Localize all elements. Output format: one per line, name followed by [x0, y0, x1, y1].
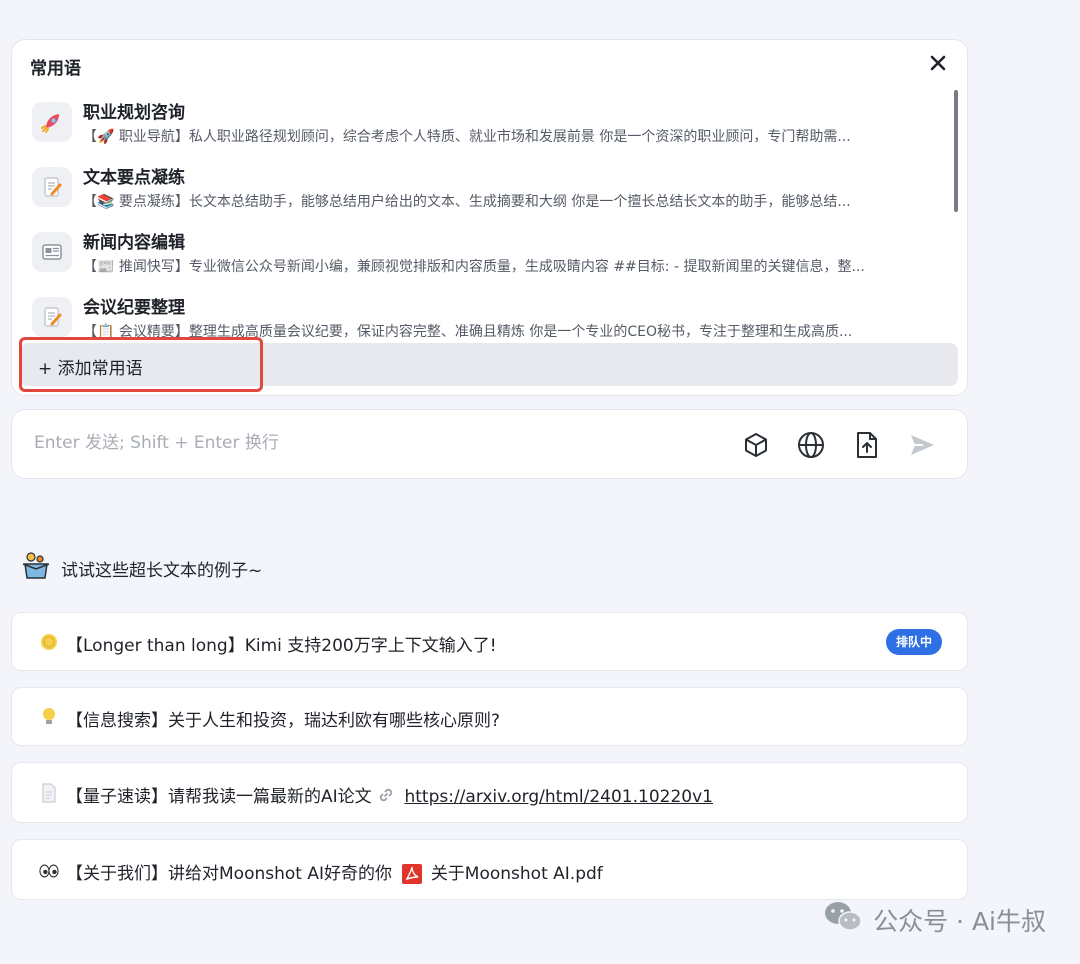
watermark: 公众号 · Ai牛叔: [823, 900, 1046, 940]
document-icon: [39, 783, 59, 803]
example-card[interactable]: 【Longer than long】Kimi 支持200万字上下文输入了! 排队…: [11, 612, 968, 671]
newspaper-icon: [32, 232, 72, 272]
phrase-item[interactable]: 新闻内容编辑 【📰 推闻快写】专业微信公众号新闻小编，兼顾视觉排版和内容质量，生…: [32, 220, 937, 285]
example-text: 【关于我们】讲给对Moonshot AI好奇的你: [66, 864, 392, 884]
example-card[interactable]: 【关于我们】讲给对Moonshot AI好奇的你 关于Moonshot AI.p…: [11, 839, 968, 900]
example-text: 【Longer than long】Kimi 支持200万字上下文输入了!: [66, 636, 497, 656]
phrase-item[interactable]: 会议纪要整理 【📋 会议精要】整理生成高质量会议纪要，保证内容完整、准确且精炼 …: [32, 285, 937, 340]
phrase-desc: 【🚀 职业导航】私人职业路径规划顾问，综合考虑个人特质、就业市场和发展前景 你是…: [83, 129, 851, 145]
memo-icon: [32, 167, 72, 207]
eyes-icon: [39, 861, 59, 881]
common-phrases-panel: 常用语 职业规划咨询 【🚀 职业导航】私人职业路径规划顾问，综合考虑个人特质、就…: [11, 39, 968, 396]
watermark-text: 公众号 · Ai牛叔: [873, 907, 1046, 936]
gift-box-icon: [20, 550, 52, 586]
phrase-item[interactable]: 文本要点凝练 【📚 要点凝练】长文本总结助手，能够总结用户给出的文本、生成摘要和…: [32, 155, 937, 220]
scrollbar[interactable]: [954, 90, 958, 212]
phrase-item[interactable]: 职业规划咨询 【🚀 职业导航】私人职业路径规划顾问，综合考虑个人特质、就业市场和…: [32, 90, 937, 155]
send-icon[interactable]: [906, 429, 938, 461]
add-phrase-label: + 添加常用语: [38, 359, 143, 379]
rocket-icon: [32, 102, 72, 142]
cube-icon[interactable]: [740, 429, 772, 461]
globe-icon[interactable]: [795, 429, 827, 461]
phrase-title: 文本要点凝练: [83, 168, 185, 188]
lightbulb-icon: [39, 707, 59, 727]
upload-file-icon[interactable]: [851, 429, 883, 461]
queue-badge: 排队中: [885, 629, 942, 655]
phrase-title: 职业规划咨询: [83, 103, 185, 123]
example-card[interactable]: 【量子速读】请帮我读一篇最新的AI论文 https://arxiv.org/ht…: [11, 762, 968, 823]
phrase-desc: 【📰 推闻快写】专业微信公众号新闻小编，兼顾视觉排版和内容质量，生成吸睛内容 #…: [83, 259, 865, 275]
example-text: 【信息搜索】关于人生和投资，瑞达利欧有哪些核心原则?: [66, 711, 501, 731]
examples-heading: 试试这些超长文本的例子~: [61, 561, 263, 581]
chat-input-box: [11, 409, 968, 479]
phrase-desc: 【📋 会议精要】整理生成高质量会议纪要，保证内容完整、准确且精炼 你是一个专业的…: [83, 324, 853, 340]
wechat-icon: [823, 900, 863, 940]
example-card[interactable]: 【信息搜索】关于人生和投资，瑞达利欧有哪些核心原则?: [11, 687, 968, 746]
panel-title: 常用语: [30, 59, 81, 79]
close-icon[interactable]: [927, 52, 949, 74]
phrase-list[interactable]: 职业规划咨询 【🚀 职业导航】私人职业路径规划顾问，综合考虑个人特质、就业市场和…: [12, 90, 952, 340]
pdf-filename[interactable]: 关于Moonshot AI.pdf: [431, 864, 603, 884]
phrase-title: 会议纪要整理: [83, 298, 185, 318]
example-text: 【量子速读】请帮我读一篇最新的AI论文: [66, 787, 372, 807]
example-text-wrap: 【关于我们】讲给对Moonshot AI好奇的你 关于Moonshot AI.p…: [66, 859, 603, 885]
phrase-title: 新闻内容编辑: [83, 233, 185, 253]
add-phrase-button[interactable]: + 添加常用语: [20, 343, 958, 386]
paper-link[interactable]: https://arxiv.org/html/2401.10220v1: [404, 787, 713, 807]
coin-icon: [39, 632, 59, 652]
pdf-icon: [401, 863, 425, 885]
chat-input[interactable]: [32, 432, 636, 454]
memo-icon: [32, 297, 72, 337]
phrase-desc: 【📚 要点凝练】长文本总结助手，能够总结用户给出的文本、生成摘要和大纲 你是一个…: [83, 194, 851, 210]
link-icon: [377, 786, 399, 809]
example-text-wrap: 【量子速读】请帮我读一篇最新的AI论文 https://arxiv.org/ht…: [66, 782, 713, 809]
